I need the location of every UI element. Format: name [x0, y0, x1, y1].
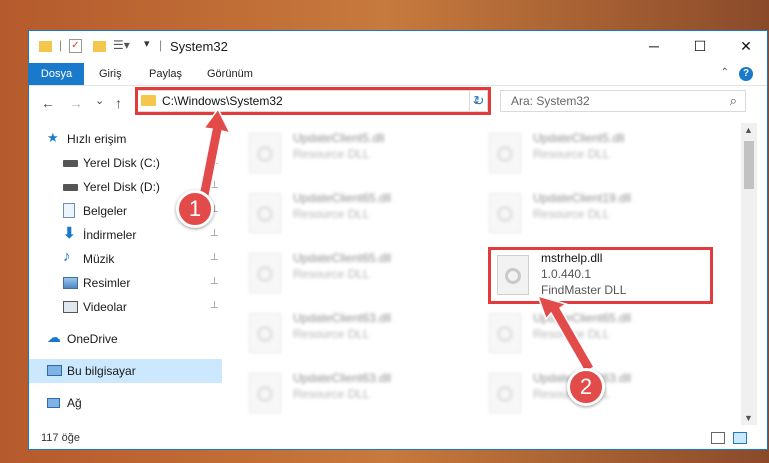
arrow-2 — [536, 294, 596, 374]
arrow-1 — [197, 107, 232, 203]
step-1-badge: 1 — [176, 190, 214, 228]
step-2-badge: 2 — [567, 368, 605, 406]
annotation-arrows — [197, 107, 596, 374]
